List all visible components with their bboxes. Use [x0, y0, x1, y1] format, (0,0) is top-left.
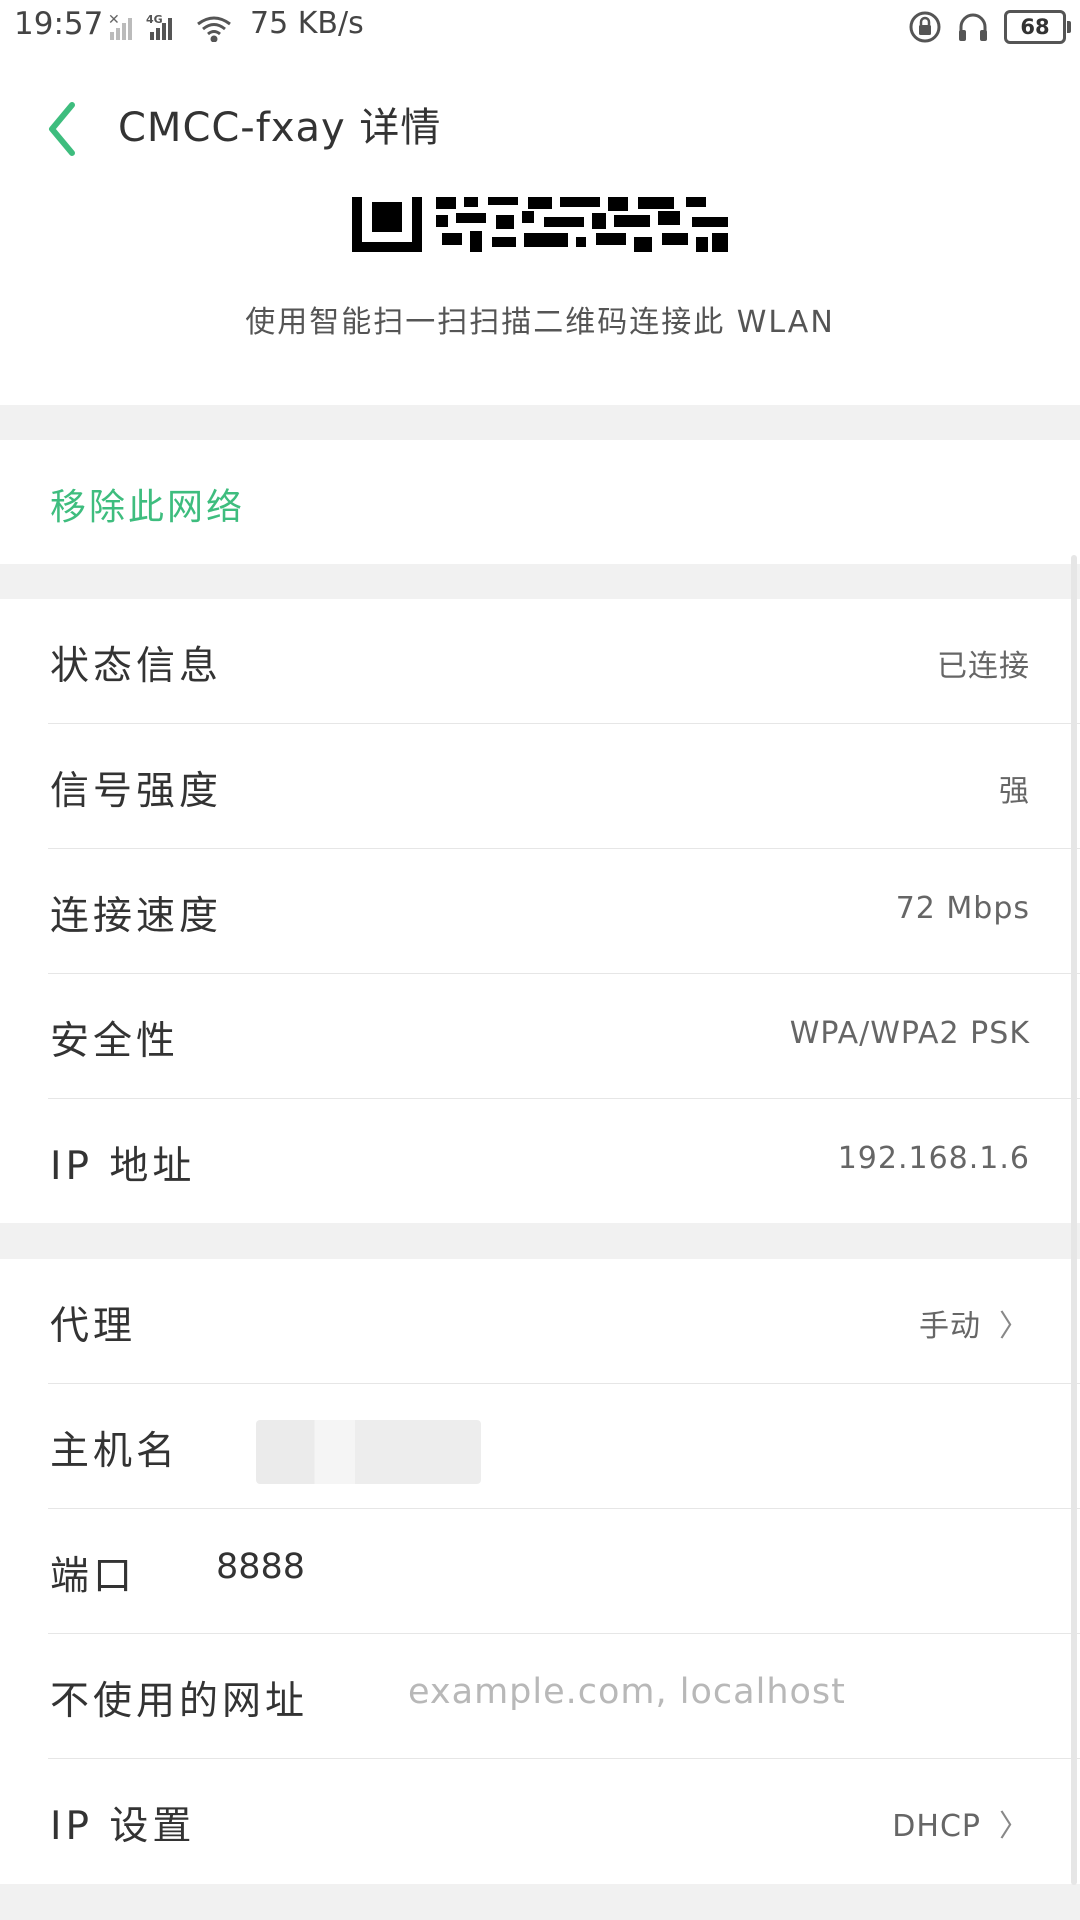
info-value: 192.168.1.6	[837, 1141, 1030, 1176]
svg-text:✕: ✕	[108, 12, 120, 28]
proxy-label: 代理	[50, 1304, 137, 1349]
status-bar: 19:57 ✕ 4G 75 KB/s 68	[0, 0, 1080, 55]
scrollbar[interactable]	[1071, 555, 1077, 1885]
info-row-status: 状态信息 已连接	[0, 599, 1080, 724]
app-header: CMCC-fxay 详情	[0, 55, 1080, 198]
info-label: 安全性	[50, 1019, 180, 1064]
svg-text:4G: 4G	[146, 13, 163, 26]
chevron-right-icon: 〉	[999, 1809, 1030, 1844]
bypass-input[interactable]: example.com, localhost	[408, 1672, 846, 1712]
section-gap	[0, 1223, 1080, 1259]
ip-settings-value-wrap: DHCP 〉	[892, 1801, 1030, 1845]
info-label: 连接速度	[50, 894, 223, 939]
bypass-label: 不使用的网址	[50, 1679, 309, 1724]
headphones-icon	[959, 13, 987, 41]
section-gap	[0, 405, 1080, 440]
qr-caption: 使用智能扫一扫扫描二维码连接此 WLAN	[245, 305, 835, 340]
info-value: 已连接	[937, 649, 1030, 684]
section-gap	[0, 1884, 1080, 1920]
ip-settings-label: IP 设置	[50, 1804, 196, 1849]
info-row-signal: 信号强度 强	[0, 724, 1080, 849]
info-row-speed: 连接速度 72 Mbps	[0, 849, 1080, 974]
chevron-left-icon[interactable]	[38, 93, 98, 165]
info-value: 72 Mbps	[895, 891, 1030, 926]
info-label: 信号强度	[50, 769, 223, 814]
port-input[interactable]: 8888	[216, 1547, 305, 1587]
info-row-security: 安全性 WPA/WPA2 PSK	[0, 974, 1080, 1099]
info-value: WPA/WPA2 PSK	[789, 1016, 1030, 1051]
bypass-row: 不使用的网址 example.com, localhost	[0, 1634, 1080, 1759]
section-gap	[0, 564, 1080, 599]
hostname-label: 主机名	[50, 1429, 180, 1474]
remove-network-label: 移除此网络	[50, 487, 246, 528]
hostname-input[interactable]	[256, 1420, 481, 1484]
status-time: 19:57	[14, 6, 104, 42]
rotation-lock-icon	[909, 11, 941, 43]
proxy-row[interactable]: 代理 手动〉	[0, 1259, 1080, 1384]
remove-network-button[interactable]: 移除此网络	[0, 440, 1080, 564]
port-row: 端口 8888	[0, 1509, 1080, 1634]
info-label: IP 地址	[50, 1144, 196, 1189]
qr-section: 使用智能扫一扫扫描二维码连接此 WLAN	[0, 197, 1080, 405]
page-title: CMCC-fxay 详情	[118, 105, 442, 151]
hostname-row: 主机名	[0, 1384, 1080, 1509]
connection-info-list: 状态信息 已连接 信号强度 强 连接速度 72 Mbps 安全性 WPA/WPA…	[0, 599, 1080, 1223]
qr-code-image	[352, 197, 728, 252]
battery-icon: 68	[1004, 10, 1071, 44]
proxy-settings-list: 代理 手动〉 主机名 端口 8888 不使用的网址 example.com, l…	[0, 1259, 1080, 1884]
info-row-ip-address: IP 地址 192.168.1.6	[0, 1099, 1080, 1224]
proxy-value: 手动	[919, 1309, 981, 1344]
status-right-icons: 68	[908, 10, 1071, 44]
proxy-value-wrap: 手动〉	[919, 1301, 1030, 1345]
signal-icon: ✕ 4G	[108, 12, 231, 42]
ip-settings-value: DHCP	[892, 1809, 981, 1844]
ip-settings-row[interactable]: IP 设置 DHCP 〉	[0, 1759, 1080, 1884]
chevron-right-icon: 〉	[999, 1309, 1030, 1344]
info-value: 强	[999, 774, 1030, 809]
network-speed: 75 KB/s	[250, 6, 364, 41]
port-label: 端口	[50, 1554, 137, 1599]
info-label: 状态信息	[50, 644, 223, 689]
